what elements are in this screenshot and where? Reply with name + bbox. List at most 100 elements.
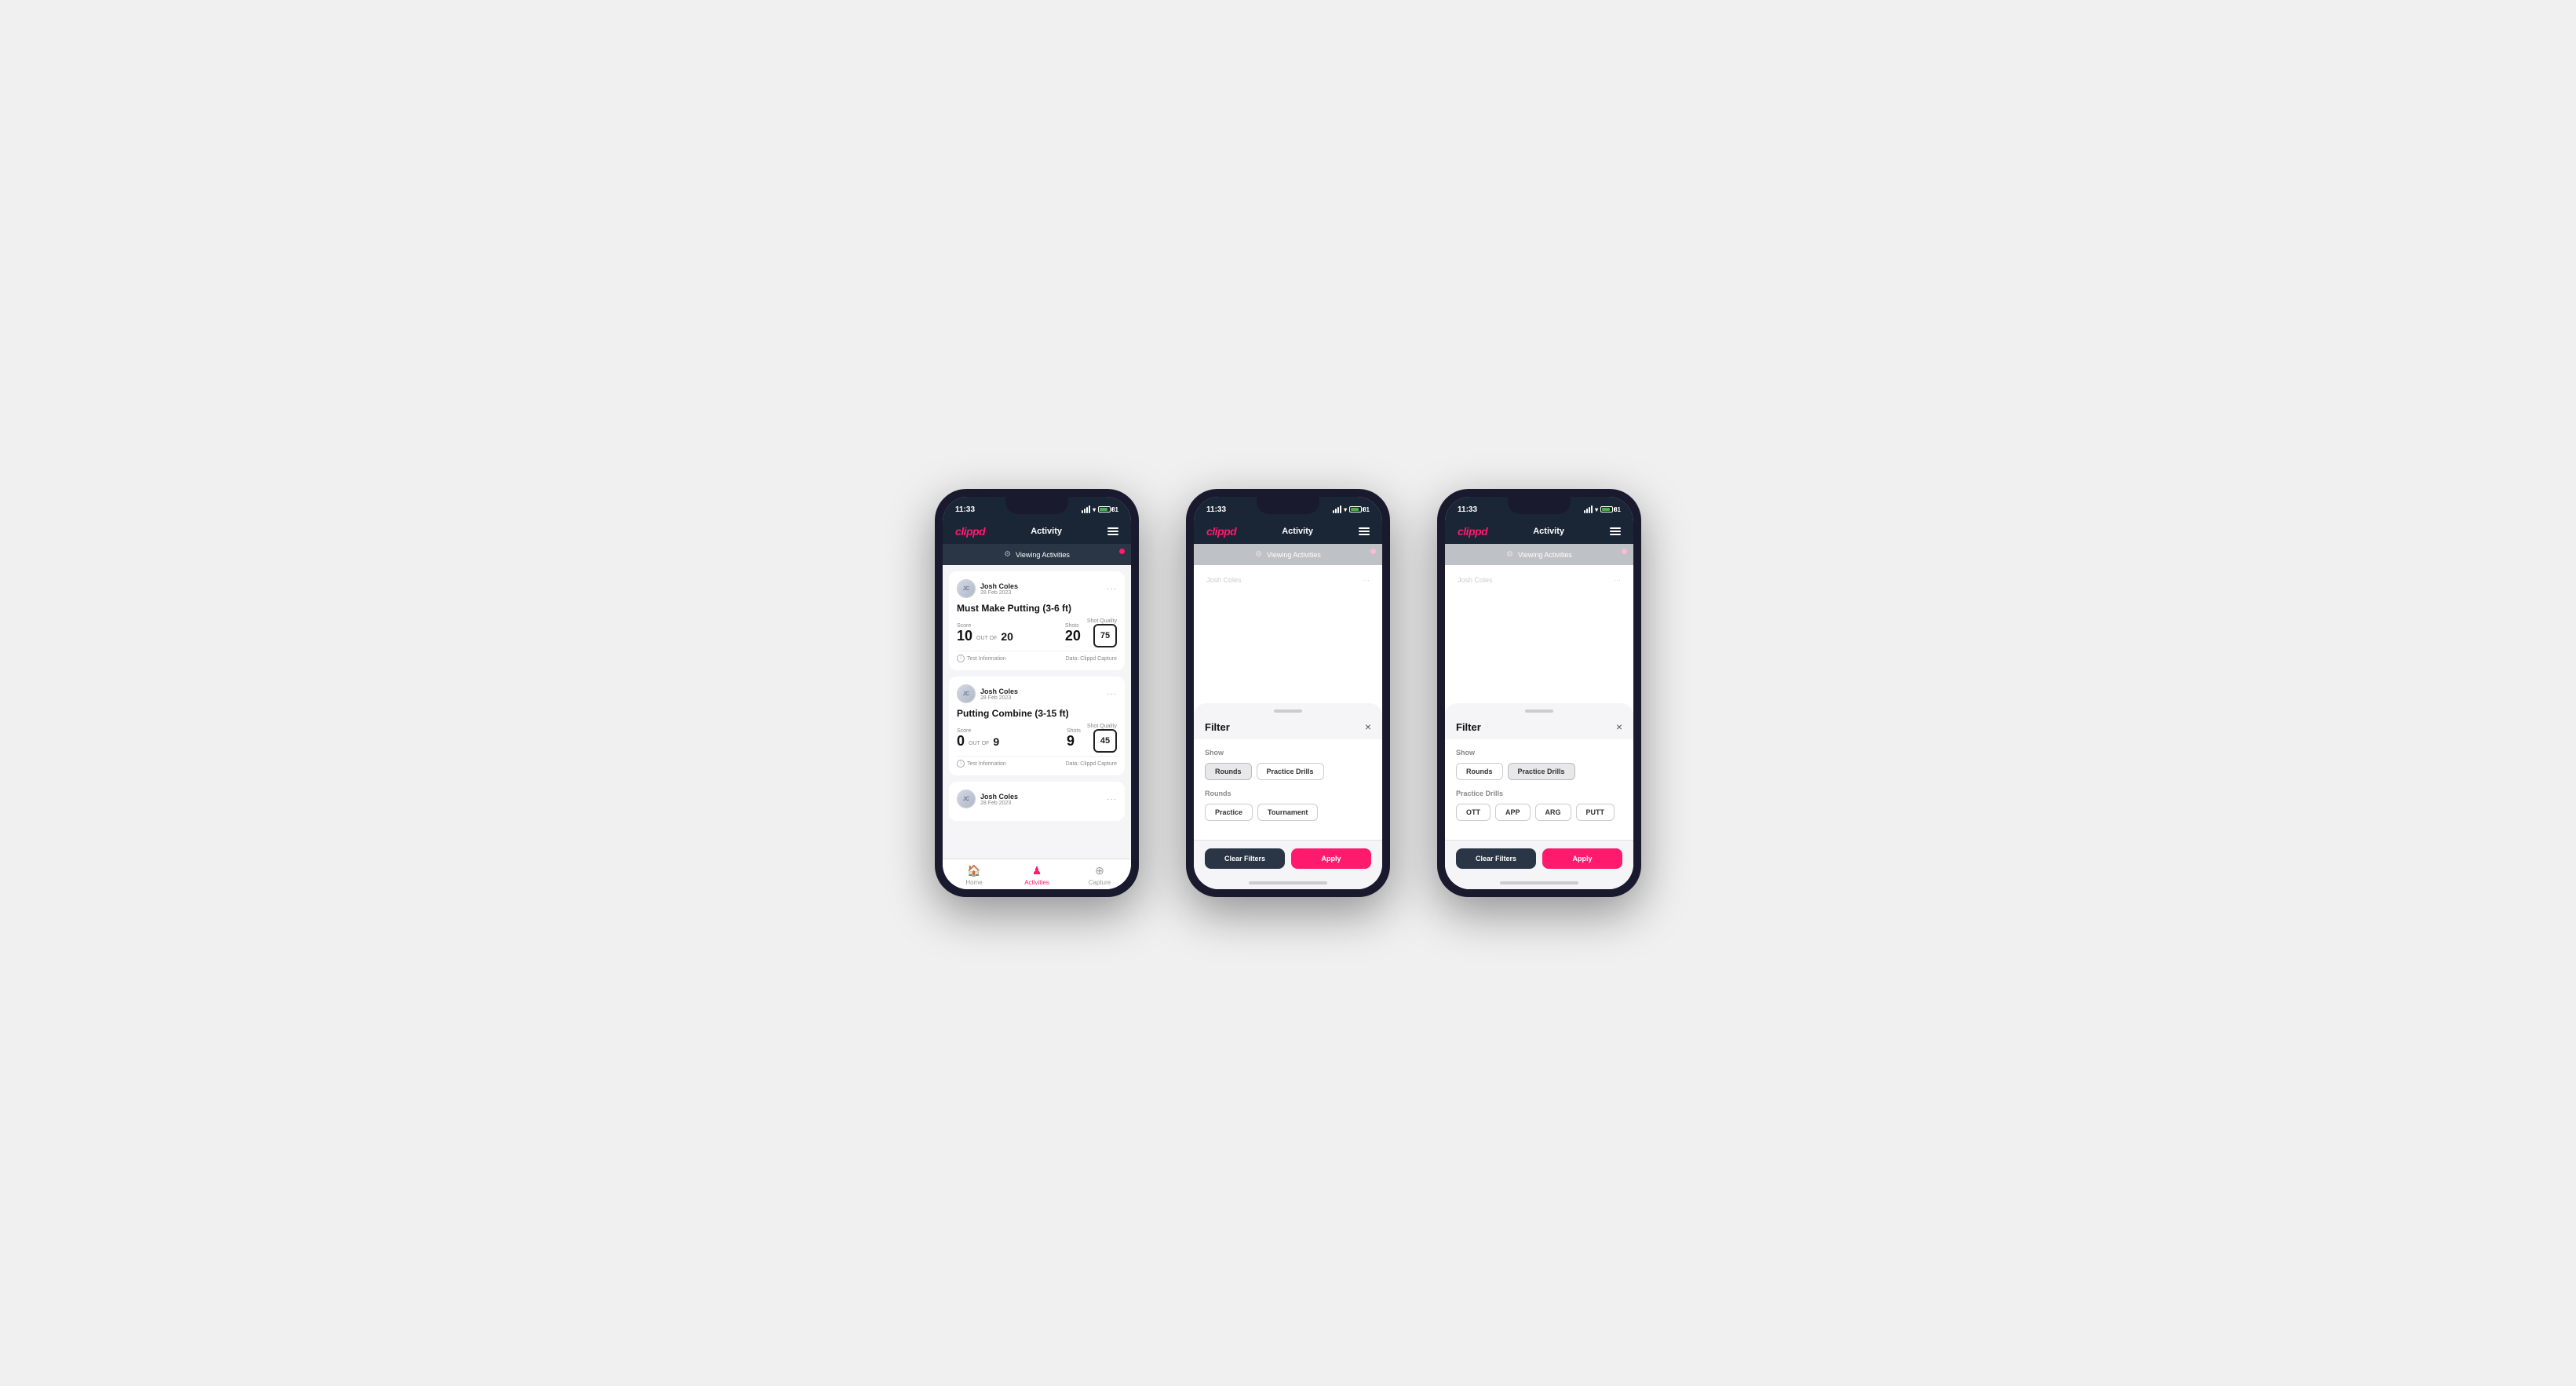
filter-sheet-2: Filter × Show Rounds Practice Drills Rou… [1194, 703, 1382, 889]
dimmed-content-3: ⚙ Viewing Activities Josh Coles ··· [1445, 544, 1633, 595]
logo-3: clippd [1458, 525, 1487, 538]
user-info-1: JC Josh Coles 28 Feb 2023 [957, 579, 1018, 598]
filter-footer-3: Clear Filters Apply [1445, 840, 1633, 877]
info-icon-2: i [957, 760, 965, 768]
shots-value-2: 9 [1067, 734, 1081, 748]
notch [1005, 497, 1068, 514]
close-btn-2[interactable]: × [1365, 720, 1371, 733]
phone-3: 11:33 ▾ 81 clippd Activity [1437, 489, 1641, 897]
activity-title-1: Must Make Putting (3-6 ft) [957, 603, 1117, 614]
hamburger-icon-3[interactable] [1610, 527, 1621, 535]
chip-rounds-3[interactable]: Rounds [1456, 763, 1503, 780]
bottom-nav-home-1[interactable]: 🏠 Home [943, 864, 1005, 886]
phone-1: 11:33 ▾ 81 clippd Activity [935, 489, 1139, 897]
bottom-nav-home-label-1: Home [965, 879, 982, 886]
chip-putt-3[interactable]: PUTT [1576, 804, 1615, 821]
bottom-nav-capture-label-1: Capture [1089, 879, 1111, 886]
phone-2: 11:33 ▾ 81 clippd Activity [1186, 489, 1390, 897]
wifi-icon-3: ▾ [1595, 506, 1598, 513]
user-name-3: Josh Coles [980, 793, 1018, 801]
filter-bar-label-1: Viewing Activities [1016, 551, 1070, 559]
battery-3: 81 [1600, 506, 1621, 513]
bottom-nav-capture-1[interactable]: ⊕ Capture [1068, 864, 1131, 886]
notch-3 [1508, 497, 1571, 514]
filter-icon-3: ⚙ [1506, 550, 1513, 559]
card-header-1: JC Josh Coles 28 Feb 2023 ··· [957, 579, 1117, 598]
avatar-3: JC [957, 790, 976, 808]
user-info-3: JC Josh Coles 28 Feb 2023 [957, 790, 1018, 808]
bottom-nav-activities-1[interactable]: ♟ Activities [1005, 864, 1068, 886]
user-info-2: JC Josh Coles 28 Feb 2023 [957, 684, 1018, 703]
scene: 11:33 ▾ 81 clippd Activity [888, 442, 1688, 944]
status-icons-3: ▾ 81 [1584, 505, 1621, 513]
show-chips-3: Rounds Practice Drills [1456, 763, 1622, 780]
filter-bar-1[interactable]: ⚙ Viewing Activities [943, 544, 1131, 565]
info-icon-1: i [957, 655, 965, 662]
filter-modal-3: Filter × Show Rounds Practice Drills Pra… [1445, 874, 1633, 889]
battery-2: 81 [1349, 506, 1370, 513]
activity-card-2: JC Josh Coles 28 Feb 2023 ··· Putting Co… [949, 677, 1125, 775]
filter-title-2: Filter [1205, 721, 1230, 733]
sq-label-2: Shot Quality [1087, 724, 1117, 729]
activity-list-1: JC Josh Coles 28 Feb 2023 ··· Must Make … [943, 565, 1131, 859]
filter-header-3: Filter × [1445, 713, 1633, 739]
out-of-value-2: 9 [993, 736, 999, 747]
home-icon-1: 🏠 [967, 864, 980, 877]
chip-ott-3[interactable]: OTT [1456, 804, 1491, 821]
footer-info-1: Test Information [967, 656, 1006, 662]
nav-bar-1: clippd Activity [943, 519, 1131, 544]
close-btn-3[interactable]: × [1616, 720, 1622, 733]
card-footer-2: i Test Information Data: Clippd Capture [957, 756, 1117, 768]
chip-practice-drills-3[interactable]: Practice Drills [1508, 763, 1575, 780]
card-header-3: JC Josh Coles 28 Feb 2023 ··· [957, 790, 1117, 808]
avatar-2: JC [957, 684, 976, 703]
clear-filters-btn-3[interactable]: Clear Filters [1456, 848, 1536, 869]
status-icons-2: ▾ 81 [1333, 505, 1370, 513]
chip-practice-2[interactable]: Practice [1205, 804, 1253, 821]
filter-bar-label-2: Viewing Activities [1267, 551, 1321, 559]
battery-1: 81 [1098, 506, 1118, 513]
chip-arg-3[interactable]: ARG [1535, 804, 1571, 821]
time-1: 11:33 [955, 505, 975, 514]
score-value-1: 10 [957, 629, 972, 643]
footer-data-1: Data: Clippd Capture [1066, 656, 1117, 662]
footer-data-2: Data: Clippd Capture [1066, 761, 1117, 767]
avatar-1: JC [957, 579, 976, 598]
card-header-2: JC Josh Coles 28 Feb 2023 ··· [957, 684, 1117, 703]
dimmed-content-2: ⚙ Viewing Activities Josh Coles ··· [1194, 544, 1382, 595]
capture-icon-1: ⊕ [1095, 864, 1104, 877]
practice-drills-chips-3: OTT APP ARG PUTT [1456, 804, 1622, 821]
logo-1: clippd [955, 525, 985, 538]
out-of-value-1: 20 [1001, 631, 1013, 642]
chip-tournament-2[interactable]: Tournament [1257, 804, 1318, 821]
hamburger-icon-2[interactable] [1359, 527, 1370, 535]
hamburger-icon-1[interactable] [1107, 527, 1118, 535]
activity-card-1: JC Josh Coles 28 Feb 2023 ··· Must Make … [949, 571, 1125, 670]
time-3: 11:33 [1458, 505, 1477, 514]
clear-filters-btn-2[interactable]: Clear Filters [1205, 848, 1285, 869]
nav-title-2: Activity [1282, 527, 1313, 536]
apply-btn-2[interactable]: Apply [1291, 848, 1371, 869]
signal-bars-1 [1082, 505, 1090, 513]
filter-icon-1: ⚙ [1004, 550, 1011, 559]
phone-1-inner: 11:33 ▾ 81 clippd Activity [943, 497, 1131, 889]
filter-dot-2 [1370, 549, 1376, 554]
more-btn-1[interactable]: ··· [1107, 585, 1117, 593]
more-btn-3[interactable]: ··· [1107, 795, 1117, 804]
chip-rounds-2[interactable]: Rounds [1205, 763, 1252, 780]
chip-practice-drills-2[interactable]: Practice Drills [1257, 763, 1324, 780]
show-label-2: Show [1205, 749, 1371, 757]
bottom-nav-activities-label-1: Activities [1024, 879, 1049, 886]
rounds-chips-2: Practice Tournament [1205, 804, 1371, 821]
activity-card-3: JC Josh Coles 28 Feb 2023 ··· [949, 782, 1125, 821]
apply-btn-3[interactable]: Apply [1542, 848, 1622, 869]
logo-2: clippd [1206, 525, 1236, 538]
filter-bar-3: ⚙ Viewing Activities [1445, 544, 1633, 565]
more-btn-2[interactable]: ··· [1107, 690, 1117, 698]
phone-2-inner: 11:33 ▾ 81 clippd Activity [1194, 497, 1382, 889]
shot-quality-1: 75 [1093, 624, 1117, 647]
filter-body-2: Show Rounds Practice Drills Rounds Pract… [1194, 739, 1382, 840]
filter-dot-3 [1622, 549, 1627, 554]
bottom-nav-1: 🏠 Home ♟ Activities ⊕ Capture [943, 859, 1131, 889]
chip-app-3[interactable]: APP [1495, 804, 1531, 821]
